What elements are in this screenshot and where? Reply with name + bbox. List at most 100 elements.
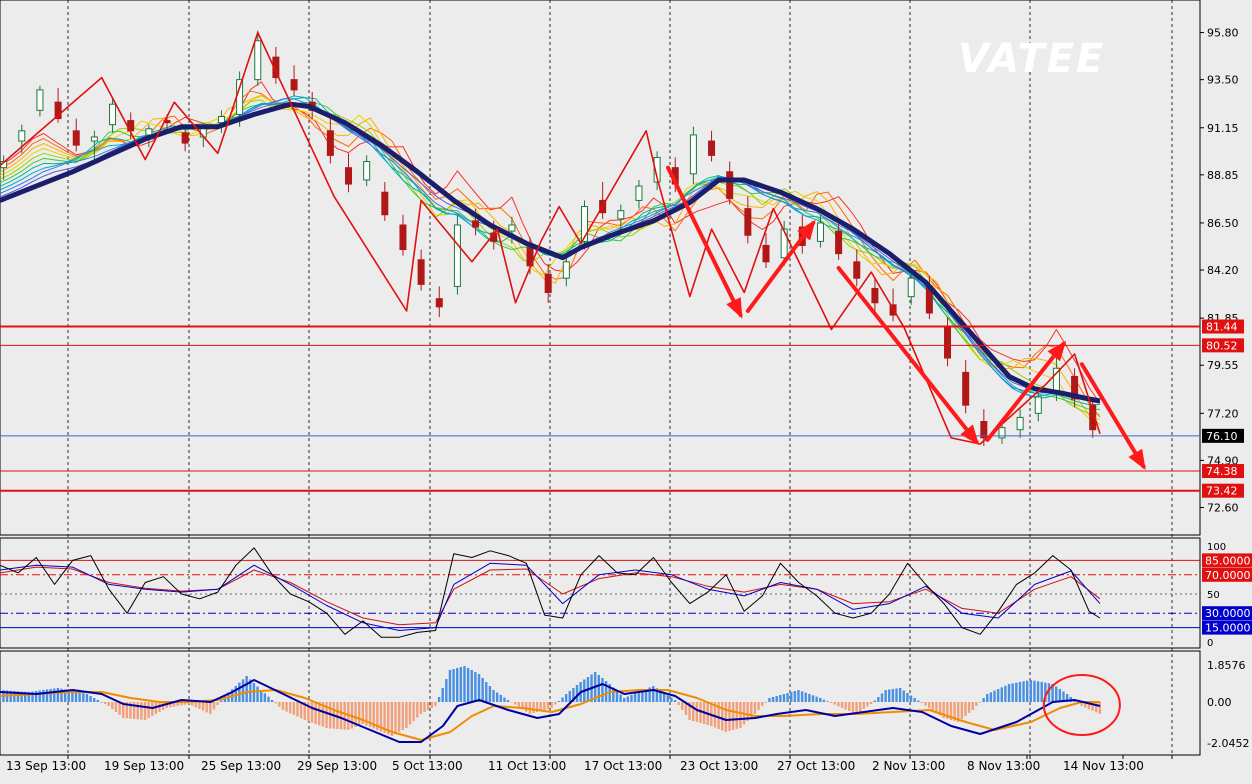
- candle-body: [508, 224, 516, 232]
- macd-histogram-bar: [510, 702, 513, 703]
- macd-histogram-bar: [274, 702, 277, 704]
- macd-histogram-bar: [866, 702, 869, 707]
- macd-histogram-bar: [924, 702, 927, 706]
- macd-histogram-bar: [837, 702, 840, 707]
- candle-body: [453, 224, 461, 287]
- macd-histogram-bar: [917, 700, 920, 702]
- macd-histogram-bar: [869, 702, 873, 704]
- macd-histogram-bar: [289, 702, 292, 714]
- macd-histogram-bar: [514, 702, 517, 705]
- candle-body: [254, 40, 262, 81]
- level-label: 76.10: [1206, 430, 1238, 443]
- macd-histogram-bar: [601, 678, 604, 702]
- macd-histogram-bar: [448, 670, 452, 702]
- macd-histogram-bar: [53, 688, 56, 702]
- macd-histogram-bar: [34, 691, 38, 702]
- macd-histogram-bar: [568, 691, 571, 702]
- stoch-tick-label: 100: [1207, 542, 1226, 553]
- x-tick-label: 13 Sep 13:00: [6, 759, 86, 773]
- macd-histogram-bar: [100, 702, 103, 703]
- macd-histogram-bar: [982, 698, 985, 702]
- macd-histogram-bar: [626, 696, 630, 702]
- macd-histogram-bar: [619, 694, 622, 702]
- macd-histogram-bar: [637, 692, 640, 702]
- macd-histogram-bar: [256, 686, 259, 702]
- macd-histogram-bar: [1094, 702, 1098, 713]
- candle-body: [1016, 416, 1024, 431]
- candle-body: [998, 427, 1006, 439]
- macd-histogram-bar: [564, 694, 568, 702]
- macd-histogram-bar: [194, 702, 198, 708]
- macd-histogram-bar: [786, 693, 789, 702]
- macd-histogram-bar: [314, 702, 317, 724]
- macd-histogram-bar: [92, 698, 96, 702]
- macd-histogram-bar: [1055, 686, 1058, 702]
- macd-histogram-bar: [550, 702, 553, 708]
- macd-histogram-bar: [557, 701, 561, 702]
- macd-histogram-bar: [760, 702, 764, 706]
- macd-histogram-bar: [920, 702, 924, 703]
- y-tick-label: 95.80: [1207, 27, 1239, 40]
- macd-histogram-bar: [829, 702, 833, 703]
- macd-histogram-bar: [1025, 680, 1029, 702]
- macd-histogram-bar: [506, 700, 510, 702]
- candle-body: [381, 191, 389, 216]
- macd-histogram-bar: [310, 702, 314, 723]
- macd-histogram-bar: [1015, 682, 1018, 702]
- candle-body: [562, 261, 570, 279]
- macd-histogram-bar: [278, 702, 281, 707]
- macd-histogram-bar: [862, 702, 866, 709]
- level-label: 73.42: [1206, 485, 1238, 498]
- stoch-tick-label: 50: [1207, 590, 1220, 601]
- macd-histogram-bar: [753, 702, 757, 714]
- macd-histogram-bar: [906, 693, 909, 702]
- macd-histogram-bar: [111, 702, 114, 709]
- macd-histogram-bar: [495, 692, 499, 702]
- macd-histogram-bar: [666, 695, 669, 702]
- macd-histogram-bar: [220, 700, 223, 702]
- x-tick-label: 19 Sep 13:00: [104, 759, 184, 773]
- macd-histogram-bar: [401, 702, 404, 730]
- x-tick-label: 23 Oct 13:00: [680, 759, 758, 773]
- candle-body: [962, 371, 970, 406]
- macd-histogram-bar: [804, 692, 807, 702]
- candle-body: [708, 140, 716, 156]
- macd-histogram-bar: [151, 702, 154, 716]
- candle-body: [399, 224, 407, 251]
- candle-body: [1034, 396, 1042, 414]
- macd-histogram-bar: [1033, 680, 1036, 702]
- macd-histogram-bar: [499, 695, 502, 702]
- macd-histogram-bar: [452, 669, 455, 702]
- candle-body: [72, 130, 80, 146]
- watermark: VATEE: [958, 36, 1105, 82]
- candle-body: [726, 171, 734, 199]
- macd-histogram-bar: [822, 699, 826, 702]
- candle-body: [689, 134, 697, 175]
- macd-histogram-bar: [873, 700, 876, 702]
- macd-histogram-bar: [143, 702, 147, 720]
- macd-tick-label: -2.0452: [1207, 737, 1249, 750]
- candle-body: [816, 222, 824, 242]
- macd-histogram-bar: [851, 702, 855, 713]
- macd-histogram-bar: [543, 702, 546, 710]
- macd-histogram-bar: [343, 702, 346, 730]
- x-tick-label: 29 Sep 13:00: [297, 759, 377, 773]
- macd-histogram-bar: [902, 690, 905, 702]
- macd-histogram-bar: [419, 702, 423, 714]
- macd-histogram-bar: [800, 691, 804, 702]
- macd-histogram-bar: [118, 702, 121, 715]
- macd-histogram-bar: [397, 702, 401, 732]
- macd-histogram-bar: [561, 697, 564, 702]
- level-label: 80.52: [1206, 339, 1238, 352]
- macd-histogram-bar: [833, 702, 836, 705]
- y-tick-label: 91.15: [1207, 122, 1239, 135]
- candle-body: [617, 210, 625, 220]
- macd-histogram-bar: [971, 702, 974, 710]
- macd-histogram-bar: [877, 697, 880, 702]
- macd-histogram-bar: [485, 682, 488, 702]
- macd-histogram-bar: [492, 690, 495, 702]
- macd-tick-label: 0.00: [1207, 696, 1232, 709]
- y-tick-label: 77.20: [1207, 407, 1239, 420]
- y-tick-label: 79.55: [1207, 359, 1239, 372]
- macd-histogram-bar: [1018, 682, 1022, 702]
